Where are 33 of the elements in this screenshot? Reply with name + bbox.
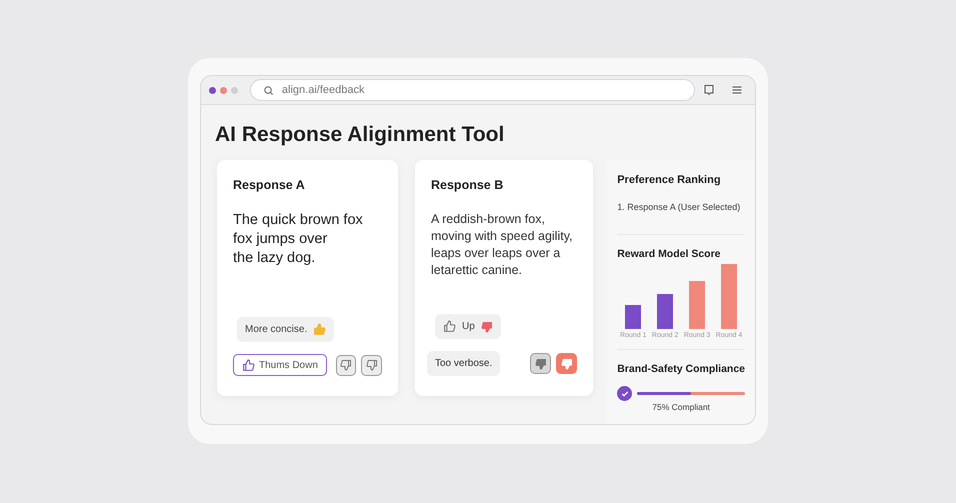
thumbs-down-icon xyxy=(366,359,378,371)
panel-heading: Brand-Safety Compliance xyxy=(617,362,745,378)
thumbs-down-button[interactable] xyxy=(336,354,356,376)
thumbs-down-button[interactable] xyxy=(530,353,552,374)
thumbs-down-icon xyxy=(560,358,573,370)
page-title: AI Response Aliginment Tool xyxy=(214,122,506,148)
panel-heading: Reward Model Score xyxy=(617,247,722,262)
feedback-chip[interactable]: Up xyxy=(435,314,501,339)
search-icon xyxy=(262,84,274,96)
feedback-note: Too verbose. xyxy=(427,351,500,376)
feedback-chip[interactable]: More concise. xyxy=(237,317,334,342)
thumbs-down-button[interactable] xyxy=(556,353,578,374)
thumbs-up-icon xyxy=(443,320,456,333)
response-text: The quick brown fox fox jumps over the lazy dog. xyxy=(233,210,364,268)
thumbs-down-button[interactable]: Thums Down xyxy=(233,354,327,376)
menu-icon[interactable] xyxy=(731,84,743,96)
thumbs-up-icon xyxy=(242,358,255,372)
chart-bar xyxy=(657,294,674,329)
response-text: A reddish-brown fox, moving with speed agility, leaps over leaps over a letarettic canine. xyxy=(431,210,574,279)
chart-bar xyxy=(625,304,642,329)
thumbs-down-icon xyxy=(480,320,493,332)
thumbs-down-icon xyxy=(534,358,547,370)
panel-heading: Preference Ranking xyxy=(617,173,722,188)
ranking-item: 1. Response A (User Selected) xyxy=(617,200,742,214)
compliance-reading: 75% Compliant xyxy=(651,401,711,414)
response-heading: Response B xyxy=(431,177,504,194)
chart-bar xyxy=(721,264,737,329)
address-field[interactable]: align.ai/feedback xyxy=(250,79,696,102)
thumbs-down-button[interactable] xyxy=(361,354,382,376)
thumbs-down-icon xyxy=(340,359,352,371)
response-heading: Response A xyxy=(233,177,306,194)
chart-bar xyxy=(689,280,706,329)
thumbs-up-icon xyxy=(313,323,326,336)
